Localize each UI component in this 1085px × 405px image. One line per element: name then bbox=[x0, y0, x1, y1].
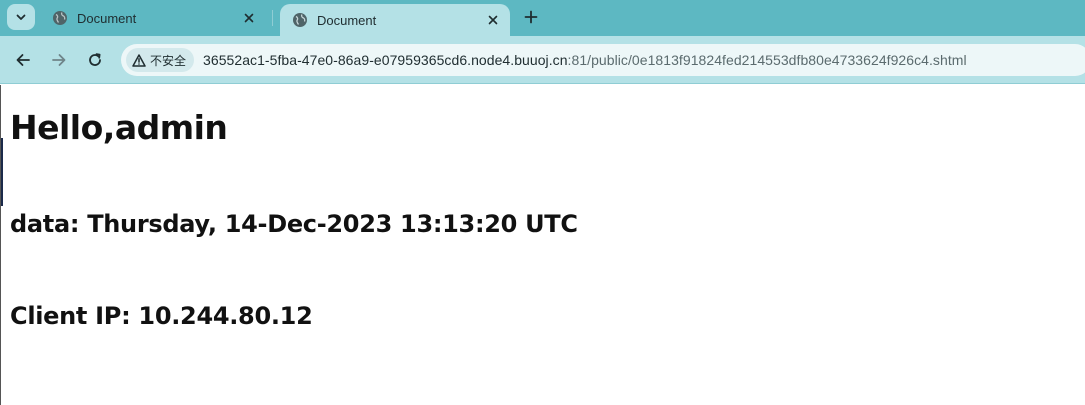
address-bar[interactable]: 不安全 36552ac1-5fba-47e0-86a9-e07959365cd6… bbox=[121, 44, 1085, 76]
close-icon[interactable] bbox=[485, 12, 501, 28]
reload-icon bbox=[89, 53, 101, 66]
tab-search-button[interactable] bbox=[7, 4, 35, 30]
tab-strip: Document Document bbox=[0, 0, 1085, 36]
client-ip-heading: Client IP: 10.244.80.12 bbox=[10, 302, 313, 330]
globe-icon bbox=[293, 13, 307, 27]
reload-button[interactable] bbox=[81, 46, 109, 74]
tab-divider bbox=[272, 10, 273, 26]
tab-title: Document bbox=[317, 12, 377, 28]
arrow-right-icon bbox=[52, 54, 66, 66]
tab-title: Document bbox=[77, 10, 137, 26]
security-label: 不安全 bbox=[150, 53, 187, 68]
tab-document-2[interactable]: Document bbox=[280, 4, 510, 36]
warning-icon bbox=[132, 53, 146, 67]
security-indicator[interactable]: 不安全 bbox=[126, 48, 195, 72]
back-button[interactable] bbox=[9, 46, 37, 74]
close-icon[interactable] bbox=[241, 10, 257, 26]
tab-document-1[interactable]: Document bbox=[40, 4, 266, 32]
chevron-down-icon bbox=[16, 14, 26, 20]
url-path: :81/public/0e1813f91824fed214553dfb80e47… bbox=[567, 52, 967, 68]
date-heading: data: Thursday, 14-Dec-2023 13:13:20 UTC bbox=[10, 210, 578, 238]
plus-icon bbox=[524, 10, 538, 24]
url-host: 36552ac1-5fba-47e0-86a9-e07959365cd6.nod… bbox=[203, 52, 568, 68]
forward-button[interactable] bbox=[45, 46, 73, 74]
page-content: Hello,admin data: Thursday, 14-Dec-2023 … bbox=[0, 85, 1085, 405]
page-edge-mark bbox=[1, 138, 3, 206]
browser-toolbar: 不安全 36552ac1-5fba-47e0-86a9-e07959365cd6… bbox=[0, 36, 1085, 84]
greeting-heading: Hello,admin bbox=[10, 108, 228, 147]
new-tab-button[interactable] bbox=[519, 5, 543, 29]
arrow-left-icon bbox=[16, 54, 30, 66]
globe-icon bbox=[53, 11, 67, 25]
url-text[interactable]: 36552ac1-5fba-47e0-86a9-e07959365cd6.nod… bbox=[203, 52, 967, 68]
